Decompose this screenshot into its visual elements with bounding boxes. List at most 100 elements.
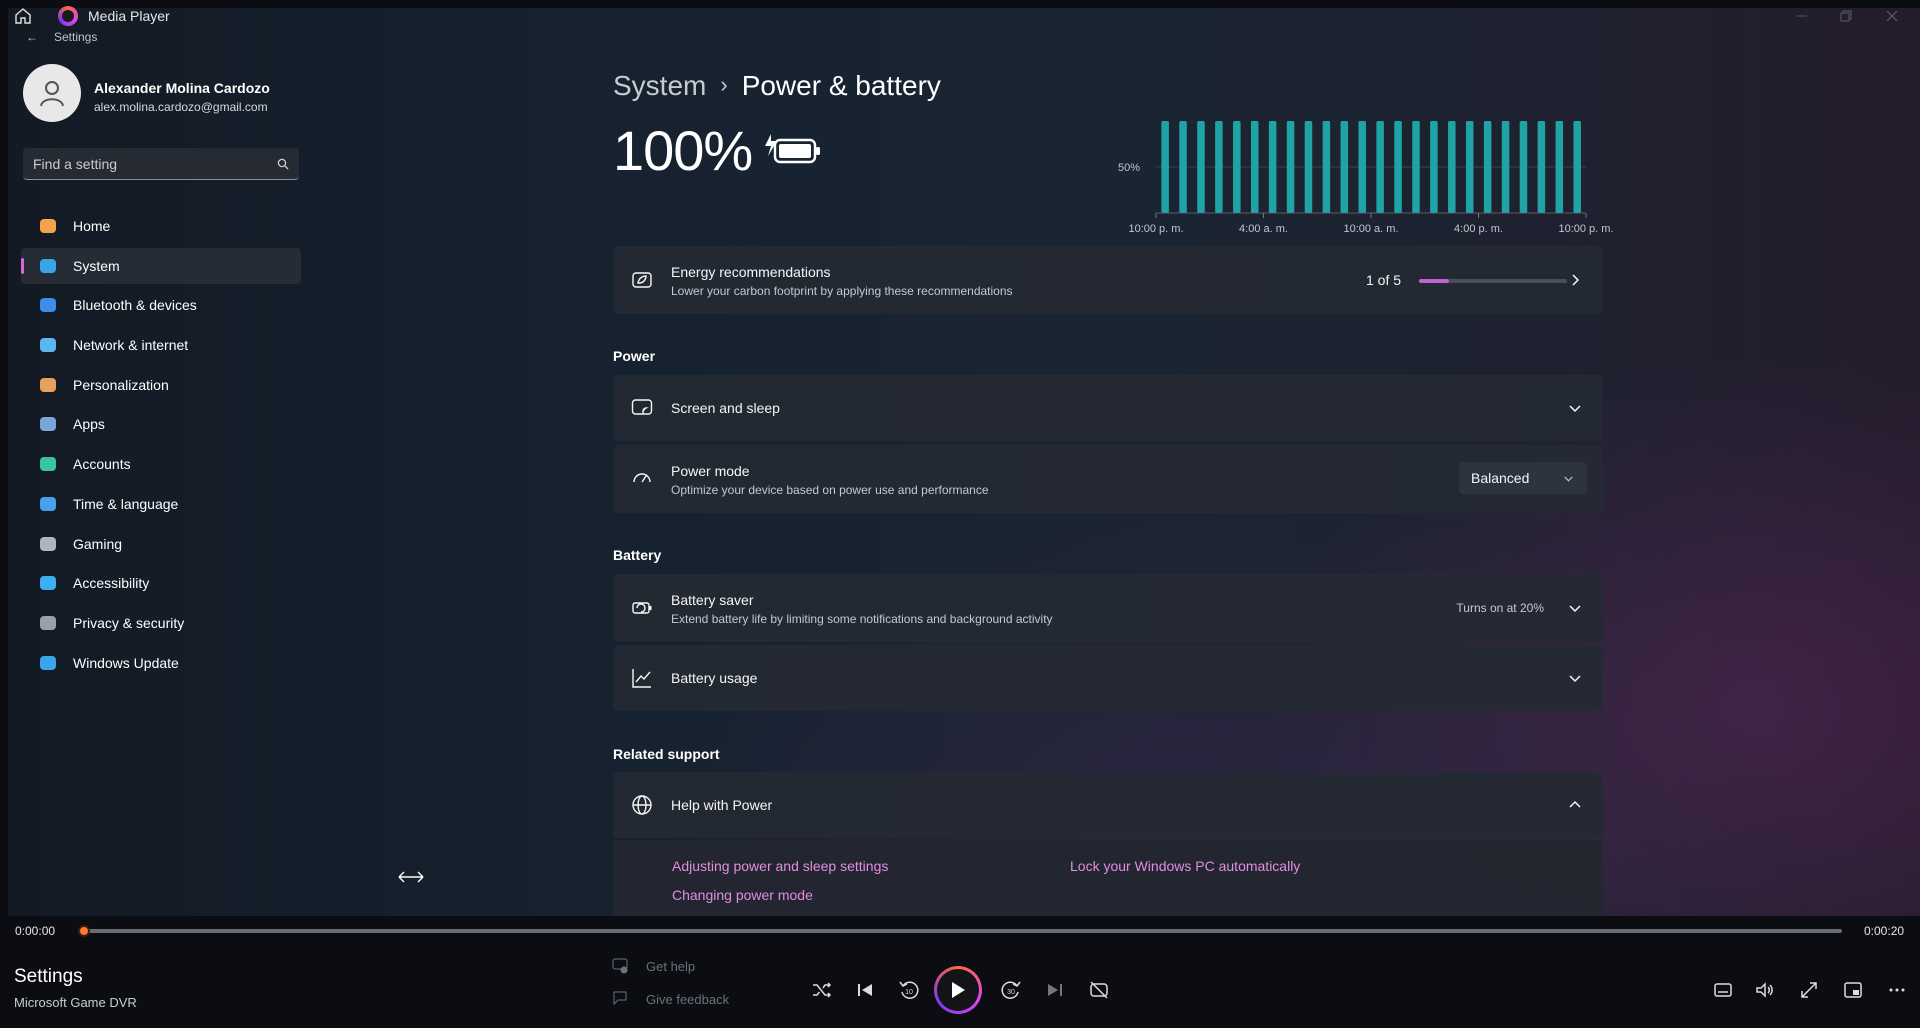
previous-icon[interactable] — [853, 978, 877, 1002]
subtitles-icon[interactable] — [1711, 978, 1735, 1002]
chart-bar — [1340, 121, 1349, 213]
section-related-support: Related support — [613, 746, 720, 762]
shield-icon — [38, 614, 58, 632]
close-icon[interactable] — [1884, 8, 1900, 24]
chevron-up-icon — [1569, 800, 1581, 808]
seek-thumb[interactable] — [78, 925, 90, 937]
link-adjusting-power-sleep[interactable]: Adjusting power and sleep settings — [672, 858, 888, 874]
sidebar-item-home[interactable]: Home — [21, 208, 301, 244]
section-power: Power — [613, 348, 656, 364]
back-arrow-icon[interactable]: ← — [26, 30, 38, 44]
power-mode-title: Power mode — [671, 463, 750, 479]
seek-bar[interactable] — [82, 929, 1842, 933]
breadcrumb-separator: › — [720, 72, 728, 97]
globe-icon — [632, 795, 652, 815]
chart-x-tick-label: 10:00 a. m. — [1343, 223, 1398, 235]
sidebar-item-label: Privacy & security — [73, 614, 185, 631]
screen-sleep-title: Screen and sleep — [671, 400, 780, 416]
wifi-icon — [38, 336, 58, 354]
volume-icon[interactable] — [1753, 978, 1777, 1002]
system-icon — [38, 257, 58, 275]
chart-bar — [1304, 121, 1313, 213]
settings-app-title: Settings — [54, 30, 98, 44]
help-title: Help with Power — [671, 797, 773, 813]
more-options-icon[interactable] — [1885, 978, 1909, 1002]
sidebar-item-label: Accounts — [73, 456, 131, 473]
fullscreen-icon[interactable] — [1797, 978, 1821, 1002]
chart-bar — [1197, 121, 1205, 213]
player-title-bar: Media Player — [0, 0, 1920, 32]
sidebar-item-personalization[interactable]: Personalization — [21, 367, 301, 403]
battery-saver-icon — [632, 602, 652, 614]
breadcrumb-parent[interactable]: System — [613, 70, 706, 101]
gamepad-icon — [38, 535, 58, 553]
energy-title: Energy recommendations — [671, 264, 831, 280]
chevron-down-icon — [1564, 476, 1573, 482]
energy-progress-bar — [1419, 279, 1567, 283]
sidebar-item-apps[interactable]: Apps — [21, 406, 301, 442]
sidebar-item-system[interactable]: System — [21, 247, 301, 284]
globe-clock-icon — [38, 495, 58, 513]
energy-progress-fill — [1419, 279, 1449, 283]
battery-saver-card[interactable]: Battery saver Extend battery life by lim… — [613, 574, 1603, 642]
shuffle-icon[interactable] — [810, 978, 834, 1002]
chart-bar — [1448, 121, 1456, 213]
svg-text:30: 30 — [1007, 989, 1015, 996]
search-input[interactable]: Find a setting — [23, 148, 299, 180]
forward-30-icon[interactable]: 30 — [999, 978, 1023, 1002]
sidebar-item-privacy-security[interactable]: Privacy & security — [21, 605, 301, 641]
media-player-logo-icon — [58, 6, 78, 26]
chart-bar — [1501, 121, 1510, 213]
breadcrumb: System › Power & battery — [613, 70, 941, 102]
screen-and-sleep-card[interactable]: Screen and sleep — [613, 375, 1603, 441]
help-with-power-card[interactable]: Help with Power — [613, 772, 1603, 838]
sidebar-item-label: Gaming — [73, 535, 123, 552]
current-time: 0:00:00 — [15, 924, 56, 938]
chart-x-tick-label: 4:00 a. m. — [1239, 223, 1288, 235]
chevron-down-icon — [1569, 605, 1581, 613]
next-icon[interactable] — [1043, 978, 1067, 1002]
settings-back-row: ← Settings — [26, 30, 97, 44]
chart-bar — [1161, 121, 1169, 213]
chart-bar — [1233, 121, 1241, 213]
sidebar-item-accounts[interactable]: Accounts — [21, 446, 301, 482]
sidebar-item-label: Apps — [73, 416, 105, 433]
sidebar-item-windows-update[interactable]: Windows Update — [21, 645, 301, 681]
mini-player-icon[interactable] — [1841, 978, 1865, 1002]
sidebar-item-label: Bluetooth & devices — [73, 297, 197, 314]
search-icon — [277, 158, 289, 169]
chart-bar — [1430, 121, 1438, 213]
chart-bar — [1555, 121, 1564, 213]
chart-bar — [1412, 121, 1420, 213]
brush-icon — [38, 376, 58, 394]
energy-subtitle: Lower your carbon footprint by applying … — [671, 284, 1013, 298]
battery-saver-status: Turns on at 20% — [1456, 601, 1544, 615]
chart-bar — [1573, 121, 1581, 213]
user-email: alex.molina.cardozo@gmail.com — [94, 100, 268, 114]
link-changing-power-mode[interactable]: Changing power mode — [672, 887, 813, 903]
power-mode-dropdown[interactable]: Balanced — [1459, 462, 1587, 494]
sidebar-item-bluetooth-devices[interactable]: Bluetooth & devices — [21, 287, 301, 323]
repeat-off-icon[interactable] — [1087, 978, 1111, 1002]
play-button[interactable] — [934, 966, 982, 1014]
play-icon — [952, 982, 965, 998]
link-lock-pc[interactable]: Lock your Windows PC automatically — [1070, 858, 1300, 874]
sidebar-item-time-language[interactable]: Time & language — [21, 486, 301, 522]
chart-bar — [1465, 121, 1474, 213]
power-mode-value: Balanced — [1471, 470, 1530, 486]
energy-counter: 1 of 5 — [1366, 272, 1402, 288]
sidebar-item-network-internet[interactable]: Network & internet — [21, 327, 301, 363]
chart-x-tick-label: 4:00 p. m. — [1454, 223, 1503, 235]
battery-usage-card[interactable]: Battery usage — [613, 645, 1603, 711]
chart-bar — [1250, 121, 1259, 213]
rewind-10-icon[interactable]: 10 — [897, 978, 921, 1002]
sidebar-item-gaming[interactable]: Gaming — [21, 526, 301, 562]
home-icon[interactable] — [14, 7, 32, 25]
minimize-icon[interactable] — [1794, 8, 1810, 24]
sidebar-item-accessibility[interactable]: Accessibility — [21, 565, 301, 601]
power-gauge-icon — [633, 473, 651, 483]
restore-icon[interactable] — [1838, 8, 1854, 24]
chevron-down-icon — [1569, 675, 1581, 683]
update-icon — [38, 654, 58, 672]
video-frame: ← Settings Alexander Molina Cardozo alex.… — [8, 8, 1920, 916]
